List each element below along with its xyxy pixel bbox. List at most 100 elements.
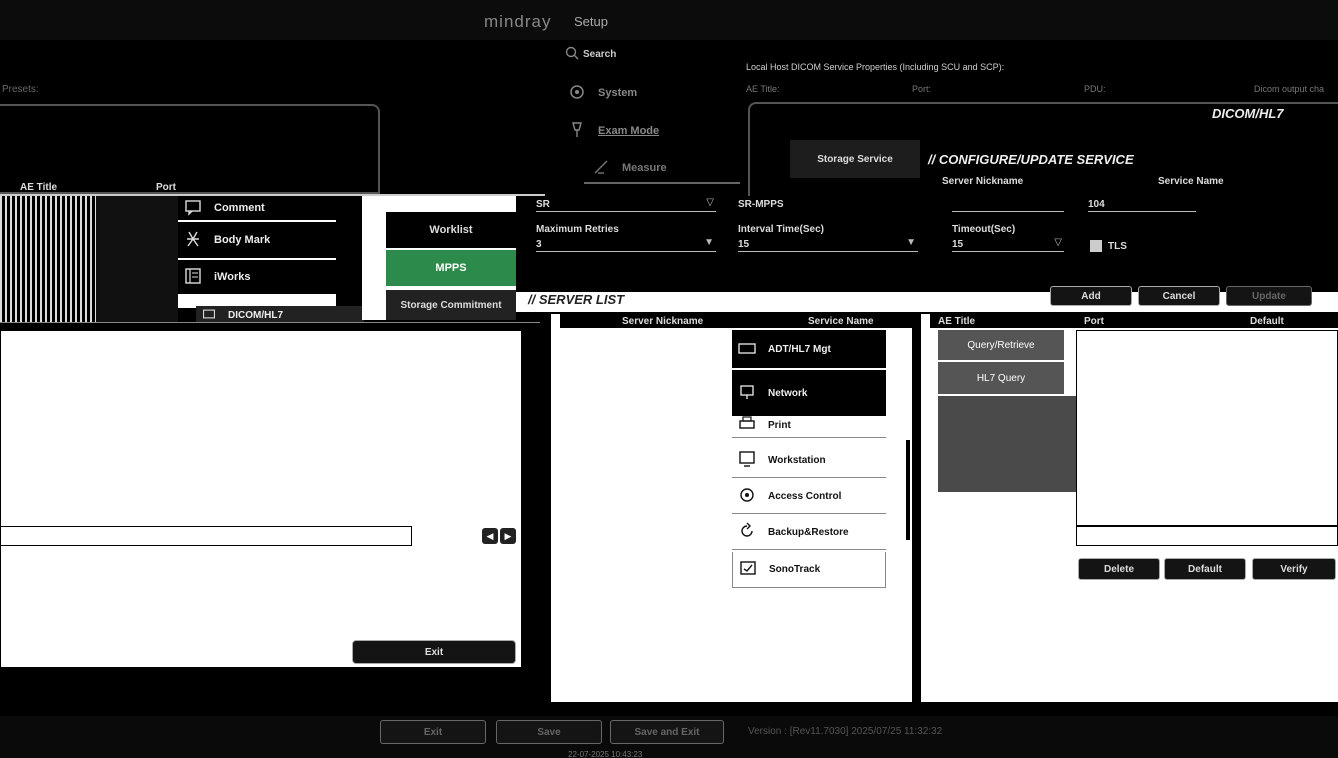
- lock-icon: [738, 486, 756, 507]
- verify-button[interactable]: Verify: [1252, 558, 1336, 580]
- prev-page-button[interactable]: ◀: [482, 528, 498, 544]
- search-field[interactable]: Search: [565, 44, 725, 64]
- max-retries-select[interactable]: 3 ▼: [536, 237, 716, 252]
- vertical-scrollbar[interactable]: [906, 440, 910, 540]
- separator-band: [0, 322, 540, 328]
- tls-label: TLS: [1108, 240, 1127, 252]
- menu-item-body-mark[interactable]: Body Mark: [178, 222, 336, 258]
- update-button[interactable]: Update: [1226, 286, 1312, 306]
- menu-item-label: Backup&Restore: [768, 527, 849, 538]
- service-name-field[interactable]: SR-MPPS: [738, 198, 918, 212]
- menu-item-label: System: [598, 87, 638, 99]
- top-header: [0, 0, 1338, 40]
- menu-item-label: Workstation: [768, 455, 826, 466]
- menu-item-label: Access Control: [768, 491, 842, 502]
- left-table-header: [0, 188, 545, 196]
- local-host-label: Local Host DICOM Service Properties (Inc…: [746, 62, 1005, 72]
- menu-item-label: Comment: [214, 202, 265, 214]
- header-port: Port: [1084, 316, 1104, 327]
- menu-item-exam-mode[interactable]: Exam Mode: [562, 118, 732, 144]
- max-retries-label: Maximum Retries: [536, 224, 619, 235]
- tab-mpps[interactable]: MPPS: [386, 250, 516, 286]
- right-list-body: [1076, 330, 1338, 526]
- menu-item-label: Measure: [622, 162, 667, 174]
- checkbox-icon: [1090, 240, 1102, 252]
- max-retries-value: 3: [536, 239, 542, 250]
- menu-item-label: iWorks: [214, 271, 251, 283]
- network-icon: [202, 307, 216, 324]
- page-title: Setup: [574, 14, 608, 29]
- tab-storage-commitment[interactable]: Storage Commitment: [386, 290, 516, 320]
- service-name-value: SR-MPPS: [738, 199, 784, 210]
- timeout-select[interactable]: 15 ▽: [952, 237, 1064, 252]
- timeout-value: 15: [952, 239, 964, 250]
- menu-item-workstation[interactable]: Workstation: [732, 444, 886, 478]
- tab-storage-service[interactable]: Storage Service: [790, 140, 920, 178]
- version-text: Version : [Rev11.7030] 2025/07/25 11:32:…: [748, 726, 943, 737]
- chevron-down-icon: ▽: [706, 197, 714, 208]
- presets-label: Presets:: [2, 84, 39, 95]
- menu-item-access-control[interactable]: Access Control: [732, 480, 886, 514]
- tab-query-retrieve[interactable]: Query/Retrieve: [938, 330, 1064, 360]
- server-nickname-label: Server Nickname: [942, 176, 1024, 187]
- nickname-field[interactable]: [952, 198, 1064, 212]
- menu-item-comment[interactable]: Comment: [178, 196, 336, 220]
- interval-value: 15: [738, 239, 750, 250]
- interval-select[interactable]: 15 ▼: [738, 237, 918, 252]
- header-server-nickname: Server Nickname: [622, 316, 704, 327]
- add-button[interactable]: Add: [1050, 286, 1132, 306]
- port-field[interactable]: 104: [1088, 198, 1196, 212]
- left-list-area: [0, 330, 522, 668]
- menu-item-adt-hl7[interactable]: ADT/HL7 Mgt: [732, 330, 886, 368]
- footer-save-exit-button[interactable]: Save and Exit: [610, 720, 724, 744]
- menu-item-iworks[interactable]: iWorks: [178, 260, 336, 294]
- chevron-down-icon: ▼: [906, 237, 916, 248]
- menu-item-label: Exam Mode: [598, 125, 660, 137]
- interval-label: Interval Time(Sec): [738, 224, 824, 235]
- search-icon: [565, 46, 579, 63]
- next-page-button[interactable]: ▶: [500, 528, 516, 544]
- left-dark-block: [96, 196, 178, 322]
- menu-item-sonotrack[interactable]: SonoTrack: [732, 552, 886, 588]
- footer-save-button[interactable]: Save: [496, 720, 602, 744]
- header-service-name: Service Name: [808, 316, 874, 327]
- default-button[interactable]: Default: [1164, 558, 1246, 580]
- menu-item-network[interactable]: Network: [732, 370, 886, 416]
- menu-item-label: Body Mark: [214, 234, 271, 246]
- network-icon: [738, 383, 756, 404]
- printer-icon: [738, 415, 756, 436]
- menu-item-label: Print: [768, 420, 791, 431]
- delete-button[interactable]: Delete: [1078, 558, 1160, 580]
- left-scroll-strip[interactable]: [0, 526, 412, 546]
- header-default: Default: [1250, 316, 1284, 327]
- dicom-output-label: Dicom output cha: [1254, 84, 1325, 94]
- date-time: 22-07-2025 10:43:23: [568, 750, 643, 758]
- menu-item-print[interactable]: Print: [732, 414, 886, 438]
- presets-box: [0, 104, 380, 194]
- menu-item-label: ADT/HL7 Mgt: [768, 343, 831, 355]
- tls-checkbox[interactable]: TLS: [1090, 240, 1127, 252]
- ae-title-value: SR: [536, 199, 550, 210]
- cancel-button[interactable]: Cancel: [1138, 286, 1220, 306]
- menu-item-label: SonoTrack: [769, 564, 821, 575]
- pdu-label: PDU:: [1084, 84, 1106, 94]
- exit-button[interactable]: Exit: [352, 640, 516, 664]
- header-ae-title: AE Title: [938, 316, 976, 327]
- right-scroll-strip[interactable]: [1076, 526, 1338, 546]
- port-value: 104: [1088, 199, 1105, 210]
- footer-exit-button[interactable]: Exit: [380, 720, 486, 744]
- left-header-ae-title: AE Title: [20, 182, 58, 193]
- tab-hl7-query[interactable]: HL7 Query: [938, 362, 1064, 394]
- tab-worklist[interactable]: Worklist: [386, 212, 516, 248]
- left-header-port: Port: [156, 182, 176, 193]
- timeout-label: Timeout(Sec): [952, 224, 1016, 235]
- chevron-down-icon: ▽: [1054, 237, 1062, 248]
- probe-icon: [568, 121, 586, 142]
- menu-item-system[interactable]: System: [562, 80, 732, 106]
- menu-item-label: Network: [768, 387, 808, 399]
- body-icon: [184, 230, 202, 251]
- service-name-label: Service Name: [1158, 176, 1224, 187]
- menu-item-backup-restore[interactable]: Backup&Restore: [732, 516, 886, 550]
- ae-title-select[interactable]: SR ▽: [536, 197, 716, 212]
- left-strip: [0, 196, 96, 322]
